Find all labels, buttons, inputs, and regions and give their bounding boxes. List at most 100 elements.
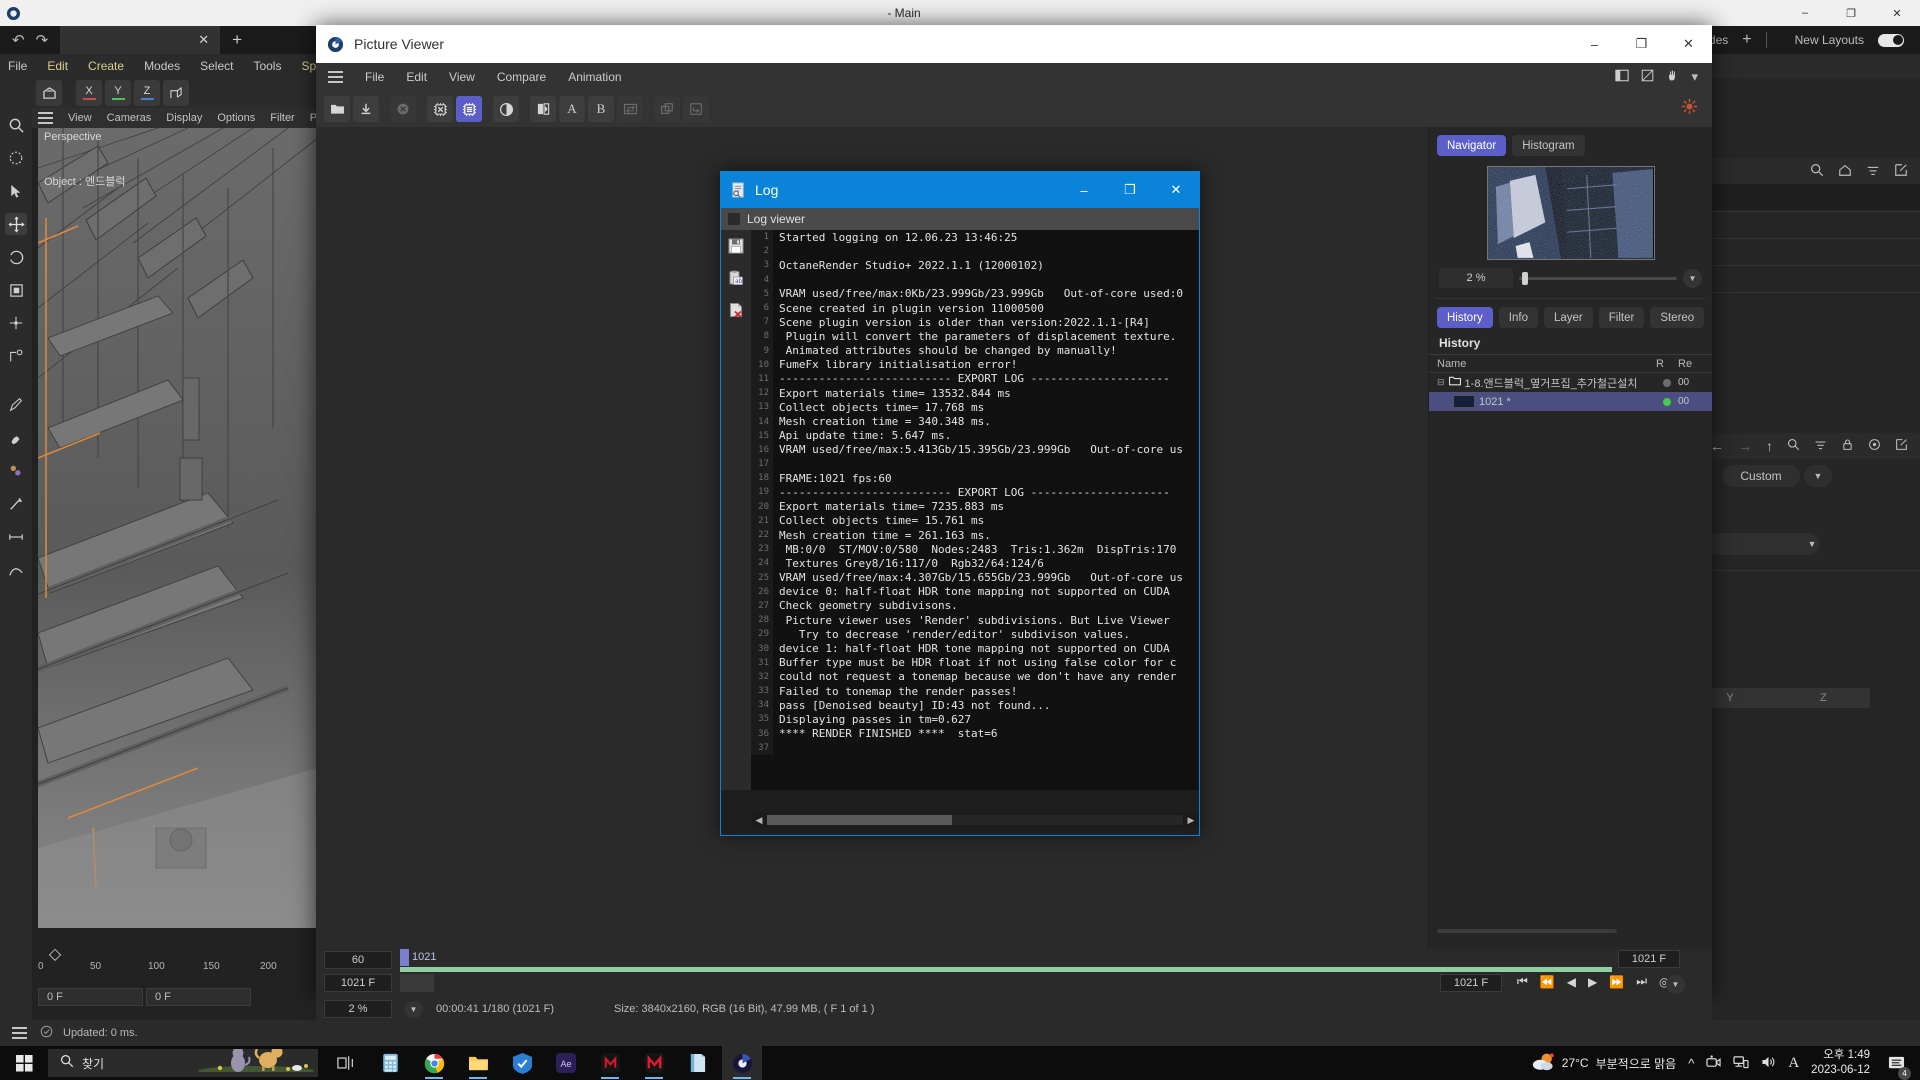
step-back-button[interactable]: ⏪ xyxy=(1535,975,1560,989)
spline-pen-icon[interactable] xyxy=(5,394,27,416)
go-to-start-button[interactable]: ⏮ xyxy=(1512,974,1533,989)
scale-tool-icon[interactable] xyxy=(5,279,27,301)
after-effects-icon[interactable]: Ae xyxy=(546,1046,586,1080)
menu-tools[interactable]: Tools xyxy=(253,59,281,73)
external-window-icon[interactable] xyxy=(1641,69,1654,85)
menu-create[interactable]: Create xyxy=(88,59,124,73)
slot-b-icon[interactable]: B xyxy=(588,96,614,122)
pv-menu-file[interactable]: File xyxy=(354,70,395,84)
zoom-slider-handle[interactable] xyxy=(1522,272,1528,285)
log-scroll-track[interactable] xyxy=(767,815,1183,825)
tab-stereo[interactable]: Stereo xyxy=(1650,307,1704,328)
up-arrow-icon[interactable]: ↑ xyxy=(1766,438,1773,454)
search-icon[interactable] xyxy=(5,114,27,136)
magix2-icon[interactable] xyxy=(634,1046,674,1080)
filter-icon[interactable] xyxy=(1866,163,1880,180)
layers-icon[interactable] xyxy=(654,96,680,122)
tab-info[interactable]: Info xyxy=(1499,307,1538,328)
grab-hand-icon[interactable] xyxy=(1666,69,1679,85)
home-icon[interactable] xyxy=(1838,163,1852,180)
status-menu-icon[interactable] xyxy=(8,1022,30,1044)
log-maximize-button[interactable]: ❐ xyxy=(1107,172,1153,208)
tab-layer[interactable]: Layer xyxy=(1544,307,1593,328)
document-tab[interactable]: ✕ xyxy=(60,26,220,54)
c4d-close-button[interactable]: ✕ xyxy=(1874,0,1920,26)
timeline-playhead[interactable] xyxy=(400,949,409,966)
open-folder-icon[interactable] xyxy=(324,96,350,122)
chevron-down-icon[interactable]: ▼ xyxy=(1798,533,1826,555)
network-tray-icon[interactable] xyxy=(1733,1055,1749,1072)
log-text-area[interactable]: 1Started logging on 12.06.23 13:46:2523O… xyxy=(751,230,1199,790)
chrome-icon[interactable] xyxy=(414,1046,454,1080)
tab-navigator[interactable]: Navigator xyxy=(1437,135,1506,156)
table-row[interactable]: ⊟ 1-8.앤드블럭_옆거프집_추가철근설치 00 xyxy=(1429,373,1712,392)
frame-current-field[interactable]: 0 F xyxy=(146,988,251,1006)
hamburger-menu-icon[interactable] xyxy=(324,66,346,88)
texture-icon[interactable] xyxy=(5,460,27,482)
log-minimize-button[interactable]: – xyxy=(1061,172,1107,208)
stop-render-icon[interactable] xyxy=(390,96,416,122)
log-close-button[interactable]: ✕ xyxy=(1153,172,1199,208)
redo-icon[interactable]: ↷ xyxy=(36,31,49,49)
weather-widget[interactable]: 27°C 부분적으로 맑음 xyxy=(1531,1052,1676,1075)
pv-menu-edit[interactable]: Edit xyxy=(395,70,438,84)
tab-histogram[interactable]: Histogram xyxy=(1512,135,1584,156)
start-button[interactable] xyxy=(0,1046,48,1080)
save-icon[interactable] xyxy=(727,237,745,255)
current-frame-field[interactable]: 1021 F xyxy=(324,974,392,992)
viewport-menu-display[interactable]: Display xyxy=(166,112,202,124)
todoist-icon[interactable] xyxy=(502,1046,542,1080)
tab-filter[interactable]: Filter xyxy=(1599,307,1645,328)
axis-z-button[interactable]: Z xyxy=(134,80,160,106)
new-document-button[interactable]: + xyxy=(220,30,254,50)
viewport-menu-options[interactable]: Options xyxy=(217,112,255,124)
open-external-icon[interactable] xyxy=(1894,163,1908,180)
undo-icon[interactable]: ↶ xyxy=(12,31,25,49)
target-icon[interactable] xyxy=(1868,438,1881,454)
task-view-icon[interactable] xyxy=(326,1046,366,1080)
menu-edit[interactable]: Edit xyxy=(47,59,68,73)
object-mode-icon[interactable] xyxy=(36,80,62,106)
menu-file[interactable]: File xyxy=(8,59,27,73)
render-settings-icon[interactable] xyxy=(456,96,482,122)
magix-icon[interactable] xyxy=(590,1046,630,1080)
status-zoom-field[interactable]: 2 % xyxy=(324,1000,392,1018)
chevron-down-icon[interactable]: ▼ xyxy=(1666,975,1685,994)
viewport-menu-filter[interactable]: Filter xyxy=(270,112,294,124)
lock-icon[interactable] xyxy=(1841,438,1854,454)
knife-icon[interactable] xyxy=(5,493,27,515)
notifications-button[interactable]: 4 xyxy=(1882,1046,1910,1080)
layout-toggle[interactable] xyxy=(1878,34,1904,47)
camera-tray-icon[interactable] xyxy=(1706,1055,1721,1072)
dock-scrollbar[interactable] xyxy=(1437,929,1617,933)
c4d-minimize-button[interactable]: – xyxy=(1782,0,1828,26)
close-icon[interactable]: ✕ xyxy=(195,32,212,48)
measure-icon[interactable] xyxy=(5,526,27,548)
file-explorer-icon[interactable] xyxy=(458,1046,498,1080)
c4d-viewport[interactable]: Perspective Object : 엔드블럭 xyxy=(38,128,318,928)
copy-clipboard-icon[interactable]: ab xyxy=(727,269,745,287)
fps-field[interactable]: 60 xyxy=(324,951,392,969)
play-button[interactable]: ▶ xyxy=(1583,975,1602,989)
goto-frame-field[interactable]: 1021 F xyxy=(1440,974,1502,992)
search-input[interactable]: 찾기 xyxy=(48,1049,318,1077)
zoom-value-field[interactable]: 2 % xyxy=(1439,268,1513,288)
timeline-range-bar[interactable] xyxy=(400,967,1612,972)
layout-panel-icon[interactable] xyxy=(1615,69,1629,85)
open-external-icon[interactable] xyxy=(1895,438,1908,454)
pv-minimize-button[interactable]: – xyxy=(1571,25,1618,63)
pv-menu-view[interactable]: View xyxy=(438,70,486,84)
chevron-down-icon[interactable]: ▾ xyxy=(1691,69,1698,85)
clear-log-icon[interactable] xyxy=(727,301,745,319)
chevron-down-icon[interactable]: ▼ xyxy=(1804,465,1832,487)
tab-history[interactable]: History xyxy=(1437,307,1493,328)
preset-custom-field[interactable]: Custom xyxy=(1722,465,1800,487)
search-icon[interactable] xyxy=(1787,438,1800,454)
move-points-icon[interactable] xyxy=(5,312,27,334)
timeline-end-frame-field[interactable]: 1021 F xyxy=(1618,950,1680,968)
navigator-thumbnail[interactable] xyxy=(1487,166,1655,260)
viewport-menu-cameras[interactable]: Cameras xyxy=(107,112,152,124)
forward-arrow-icon[interactable]: → xyxy=(1738,438,1752,454)
pv-menu-compare[interactable]: Compare xyxy=(486,70,557,84)
timeline-cached-frames[interactable] xyxy=(400,974,434,992)
